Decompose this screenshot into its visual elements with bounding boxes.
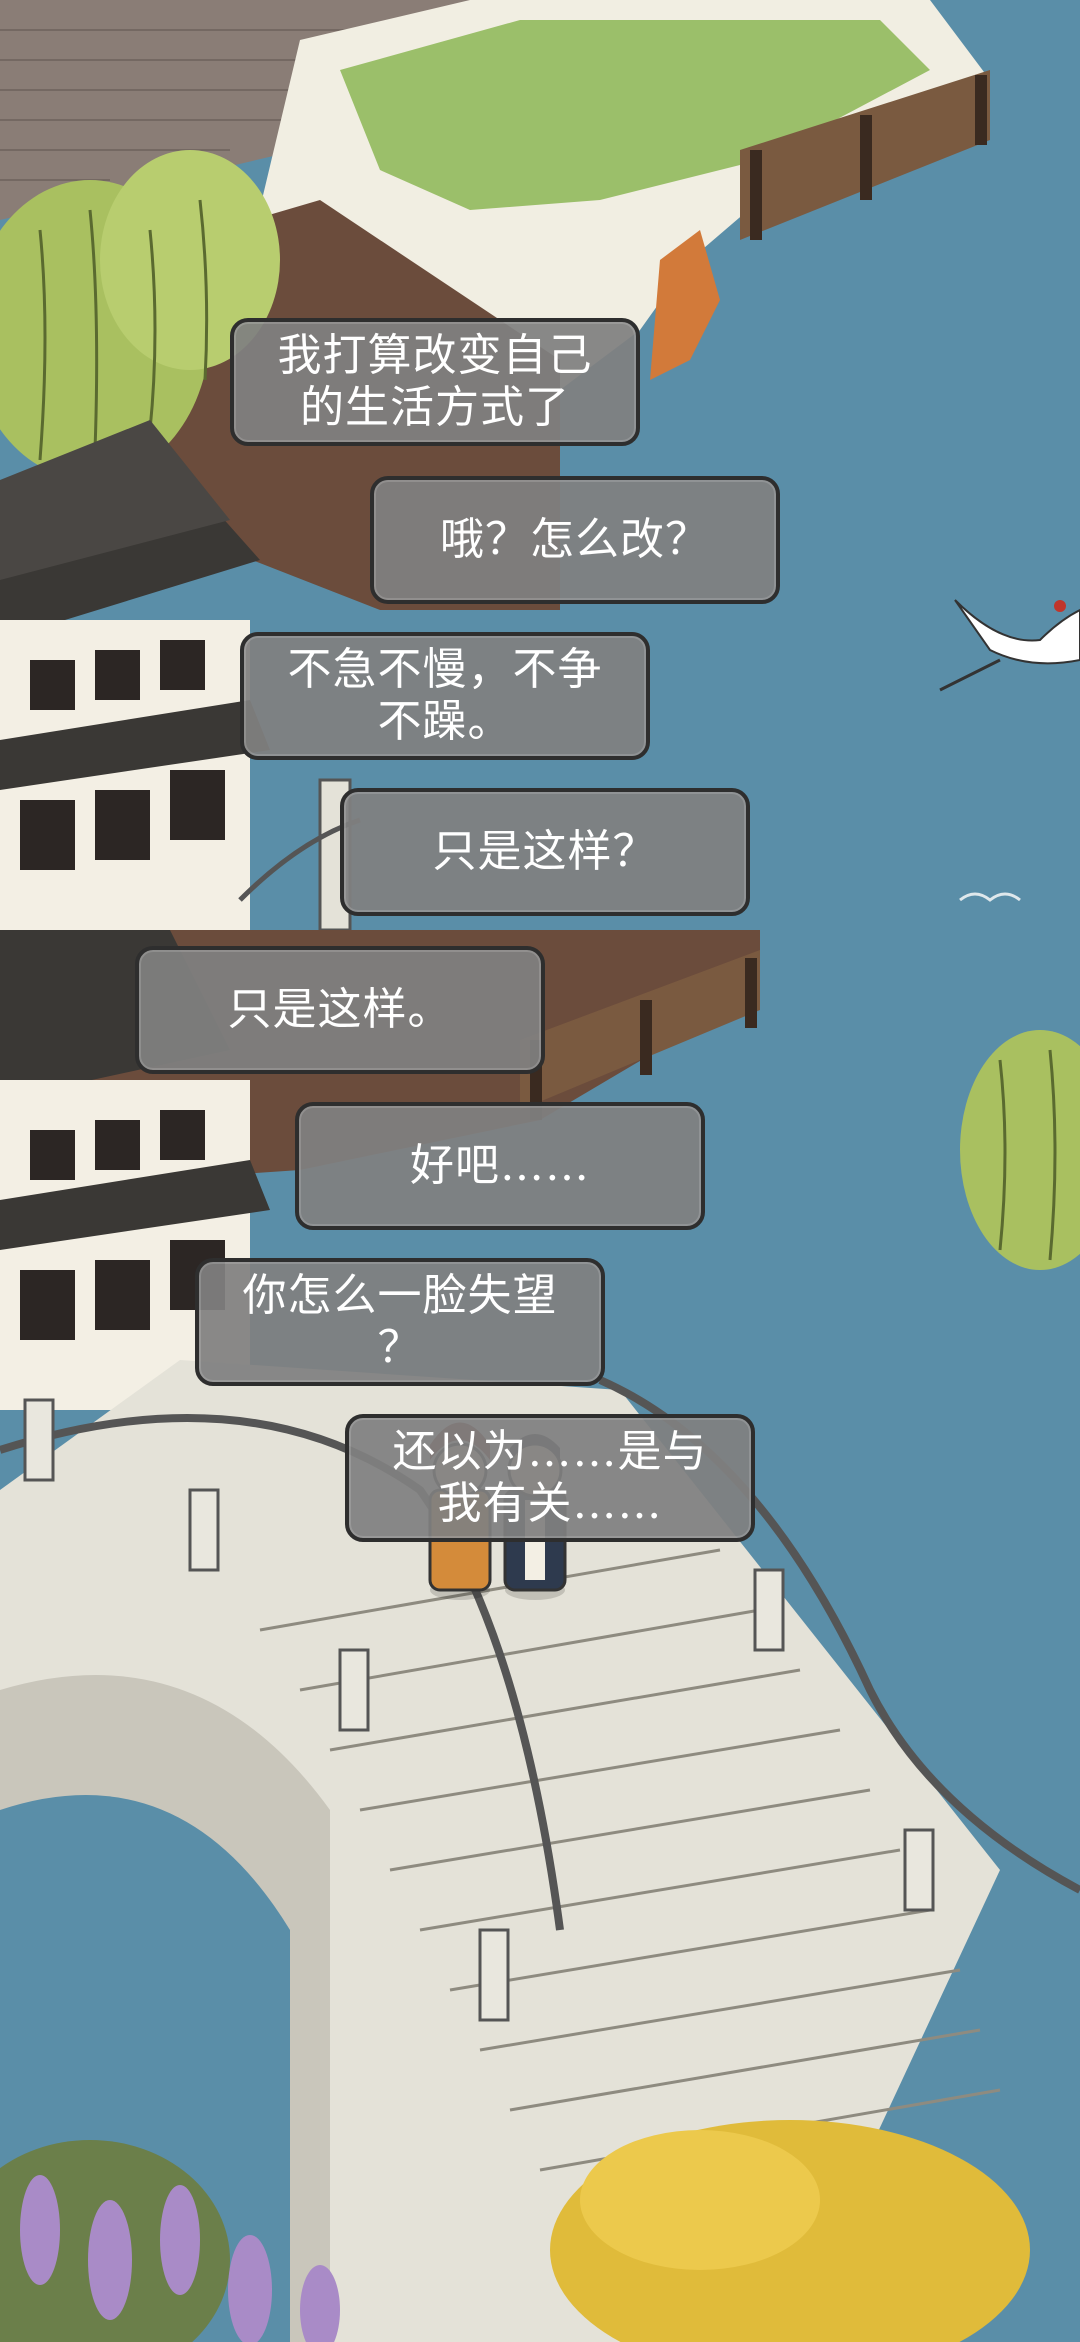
dialogue-text-7: 你怎么一脸失望 ？	[242, 1270, 558, 1373]
dialogue-text-2: 哦？怎么改？	[440, 514, 710, 565]
dialogue-bubble-8: 还以为……是与 我有关……	[345, 1414, 755, 1542]
dialogue-bubble-6: 好吧……	[295, 1102, 705, 1230]
dialogue-text-6: 好吧……	[410, 1140, 590, 1191]
dialogue-bubble-3: 不急不慢，不争 不躁。	[240, 632, 650, 760]
dialogue-text-1: 我打算改变自己 的生活方式了	[277, 330, 593, 433]
dialogue-bubble-2: 哦？怎么改？	[370, 476, 780, 604]
dialogue-text-8: 还以为……是与 我有关……	[392, 1426, 708, 1529]
dialogue-text-3: 不急不慢，不争 不躁。	[287, 644, 603, 747]
dialogue-bubble-1: 我打算改变自己 的生活方式了	[230, 318, 640, 446]
dialogue-text-5: 只是这样。	[227, 984, 453, 1035]
dialogue-bubble-4: 只是这样？	[340, 788, 750, 916]
dialogue-bubble-5: 只是这样。	[135, 946, 545, 1074]
dialogue-text-4: 只是这样？	[432, 826, 658, 877]
dialogue-bubble-7: 你怎么一脸失望 ？	[195, 1258, 605, 1386]
